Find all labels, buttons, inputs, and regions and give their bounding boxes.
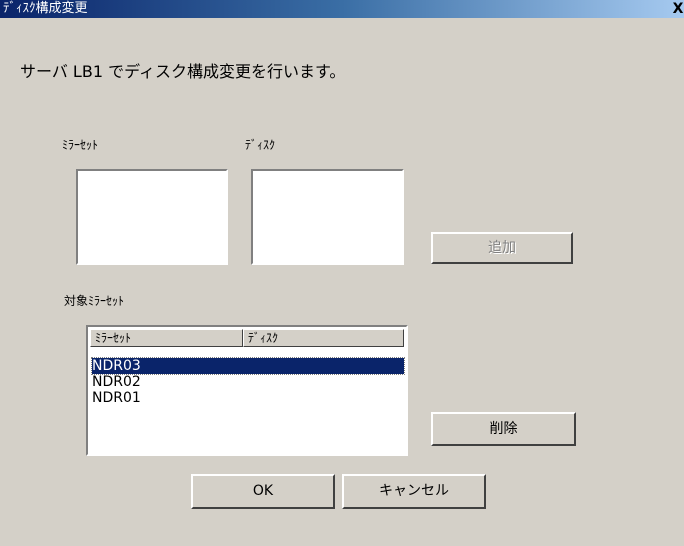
- disk-label: ﾃﾞｨｽｸ: [245, 138, 276, 152]
- list-item[interactable]: NDR01: [92, 390, 141, 406]
- close-icon[interactable]: X: [672, 1, 684, 17]
- dialog-title: ﾃﾞｨｽｸ構成変更: [3, 1, 88, 16]
- column-header-disk[interactable]: ﾃﾞｨｽｸ: [243, 329, 404, 347]
- info-message: サーバ LB1 でディスク構成変更を行います。: [20, 62, 346, 81]
- target-mirrorset-label: 対象ﾐﾗｰｾｯﾄ: [64, 294, 125, 308]
- disk-listbox[interactable]: [251, 169, 404, 265]
- delete-button[interactable]: 削除: [431, 412, 576, 446]
- cancel-button[interactable]: キャンセル: [342, 474, 486, 509]
- list-item[interactable]: NDR03: [91, 357, 405, 375]
- target-mirrorset-listview[interactable]: ﾐﾗｰｾｯﾄ ﾃﾞｨｽｸ NDR03 NDR02 NDR01: [86, 325, 408, 456]
- add-button[interactable]: 追加: [431, 232, 573, 264]
- column-header-mirrorset[interactable]: ﾐﾗｰｾｯﾄ: [90, 329, 243, 347]
- mirrorset-label: ﾐﾗｰｾｯﾄ: [62, 138, 99, 152]
- title-bar[interactable]: ﾃﾞｨｽｸ構成変更: [0, 0, 684, 18]
- ok-button[interactable]: OK: [191, 474, 335, 509]
- mirrorset-listbox[interactable]: [76, 169, 228, 265]
- list-item[interactable]: NDR02: [92, 374, 141, 390]
- disk-config-dialog: ﾃﾞｨｽｸ構成変更 X サーバ LB1 でディスク構成変更を行います。 ﾐﾗｰｾ…: [0, 0, 684, 546]
